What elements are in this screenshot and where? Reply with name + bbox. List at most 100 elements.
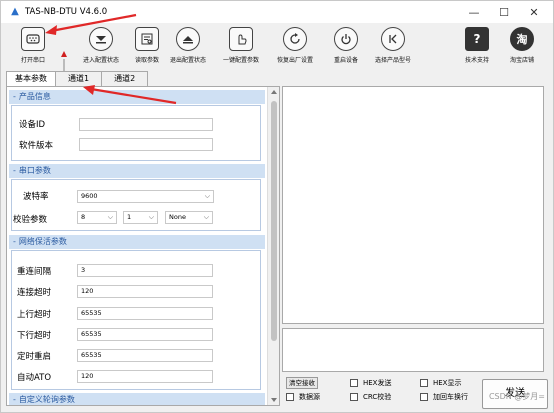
one-click-config-button[interactable]: 一键配置参数	[217, 25, 265, 69]
software-version-field[interactable]	[79, 138, 213, 151]
baud-rate-select[interactable]: 9600 ⌵	[77, 190, 214, 203]
checkbox-box	[286, 393, 294, 401]
tab-channel-2[interactable]: 通道2	[101, 71, 149, 86]
enter-config-label: 进入配置状态	[82, 57, 119, 64]
section-serial-params[interactable]: - 串口参数	[9, 164, 265, 178]
downlink-timeout-label: 下行超时	[17, 331, 52, 341]
scroll-up-icon[interactable]	[271, 90, 277, 94]
hex-show-label: HEX显示	[433, 379, 462, 387]
checkbox-box	[350, 379, 358, 387]
downlink-timeout-field[interactable]: 65535	[77, 328, 213, 341]
restart-device-label: 重启设备	[333, 57, 358, 64]
exit-config-icon	[176, 27, 200, 51]
add-newline-checkbox[interactable]: 加回车换行	[420, 392, 468, 402]
select-product-label: 选择产品型号	[374, 57, 411, 64]
hex-send-checkbox[interactable]: HEX发送	[350, 378, 391, 388]
clear-receive-button[interactable]: 清空接收	[286, 377, 318, 389]
hex-send-label: HEX发送	[363, 379, 392, 387]
tech-support-label: 技术支持	[464, 57, 489, 64]
chevron-down-icon: ⌵	[203, 213, 209, 221]
section-custom-polling[interactable]: - 自定义轮询参数	[9, 393, 265, 405]
device-id-label: 设备ID	[19, 120, 46, 130]
taobao-store-label: 淘宝店铺	[509, 57, 534, 64]
enter-config-button[interactable]: 进入配置状态	[77, 25, 125, 69]
software-version-label: 软件版本	[19, 141, 54, 151]
params-scrollbar[interactable]	[267, 87, 279, 405]
stop-bits-value: 1	[127, 213, 132, 221]
section-network-keepalive[interactable]: - 网络保活参数	[9, 235, 265, 249]
app-window: ▲ TAS-NB-DTU V4.6.0 — ☐ ✕ 打开串口 进入配置状态 读取…	[0, 0, 554, 413]
add-newline-label: 加回车换行	[433, 393, 468, 401]
open-serial-button[interactable]: 打开串口	[9, 25, 57, 69]
chevron-down-icon: ⌵	[107, 213, 113, 221]
scroll-thumb[interactable]	[271, 101, 277, 341]
uplink-timeout-label: 上行超时	[17, 310, 52, 320]
section-serial-title: 串口参数	[18, 166, 51, 175]
data-bits-select[interactable]: 8 ⌵	[77, 211, 117, 224]
scroll-down-icon[interactable]	[271, 398, 277, 402]
check-params-label: 校验参数	[13, 215, 48, 225]
chevron-down-icon: ⌵	[204, 192, 210, 200]
checkbox-box	[420, 379, 428, 387]
product-info-group	[11, 105, 261, 161]
port-status-marker	[61, 51, 67, 71]
select-product-button[interactable]: 选择产品型号	[369, 25, 417, 69]
timed-restart-field[interactable]: 65535	[77, 349, 213, 362]
params-panel: - 产品信息 设备ID 软件版本 - 串口参数 波特率 9600 ⌵ 校验参数 8 ⌵ …	[6, 86, 280, 406]
tab-basic-params[interactable]: 基本参数	[6, 71, 56, 87]
baud-rate-label: 波特率	[23, 192, 49, 202]
serial-port-icon	[21, 27, 45, 51]
taobao-store-button[interactable]: 淘 淘宝店铺	[498, 25, 546, 69]
app-icon: ▲	[11, 6, 19, 17]
stop-bits-select[interactable]: 1 ⌵	[123, 211, 158, 224]
exit-config-label: 退出配置状态	[169, 57, 206, 64]
taobao-icon: 淘	[510, 27, 534, 51]
factory-reset-label: 恢复出厂设置	[276, 57, 313, 64]
device-id-field[interactable]	[79, 118, 213, 131]
enter-config-icon	[89, 27, 113, 51]
help-icon: ?	[465, 27, 489, 51]
section-custom-title: 自定义轮询参数	[18, 395, 75, 404]
tab-bar: 基本参数 通道1 通道2	[6, 71, 149, 87]
hex-show-checkbox[interactable]: HEX显示	[420, 378, 461, 388]
section-product-title: 产品信息	[18, 92, 51, 101]
toolbar: 打开串口 进入配置状态 读取参数 退出配置状态 一键配置参数 恢复出厂设置 重启…	[1, 23, 553, 71]
one-click-config-icon	[229, 27, 253, 51]
factory-reset-icon	[283, 27, 307, 51]
close-button[interactable]: ✕	[519, 3, 549, 21]
chevron-down-icon: ⌵	[148, 213, 154, 221]
data-bits-value: 8	[81, 213, 86, 221]
one-click-config-label: 一键配置参数	[222, 57, 259, 64]
minimize-button[interactable]: —	[459, 3, 489, 21]
select-product-icon	[381, 27, 405, 51]
exit-config-button[interactable]: 退出配置状态	[164, 25, 212, 69]
receive-area[interactable]	[282, 86, 544, 324]
crc-check-checkbox[interactable]: CRC校验	[350, 392, 391, 402]
connect-timeout-label: 连接超时	[17, 288, 52, 298]
auto-ato-label: 自动ATO	[17, 373, 52, 383]
watermark: CSDN @梦月=	[488, 392, 545, 401]
data-source-checkbox[interactable]: 数据源	[286, 392, 320, 402]
crc-check-label: CRC校验	[363, 393, 392, 401]
send-input-area[interactable]	[282, 328, 544, 372]
tab-channel-1[interactable]: 通道1	[55, 71, 103, 86]
parity-select[interactable]: None ⌵	[165, 211, 213, 224]
section-product-info[interactable]: - 产品信息	[9, 90, 265, 104]
reconnect-interval-field[interactable]: 3	[77, 264, 213, 277]
title-bar: ▲ TAS-NB-DTU V4.6.0 — ☐ ✕	[1, 1, 553, 23]
tech-support-button[interactable]: ? 技术支持	[453, 25, 501, 69]
uplink-timeout-field[interactable]: 65535	[77, 307, 213, 320]
restart-device-button[interactable]: 重启设备	[322, 25, 370, 69]
open-serial-label: 打开串口	[20, 57, 45, 64]
timed-restart-label: 定时重启	[17, 352, 52, 362]
parity-value: None	[169, 213, 186, 221]
checkbox-box	[350, 393, 358, 401]
maximize-button[interactable]: ☐	[489, 3, 519, 21]
auto-ato-field[interactable]: 120	[77, 370, 213, 383]
section-network-title: 网络保活参数	[18, 237, 67, 246]
factory-reset-button[interactable]: 恢复出厂设置	[271, 25, 319, 69]
power-icon	[334, 27, 358, 51]
read-params-label: 读取参数	[134, 57, 159, 64]
checkbox-box	[420, 393, 428, 401]
connect-timeout-field[interactable]: 120	[77, 285, 213, 298]
